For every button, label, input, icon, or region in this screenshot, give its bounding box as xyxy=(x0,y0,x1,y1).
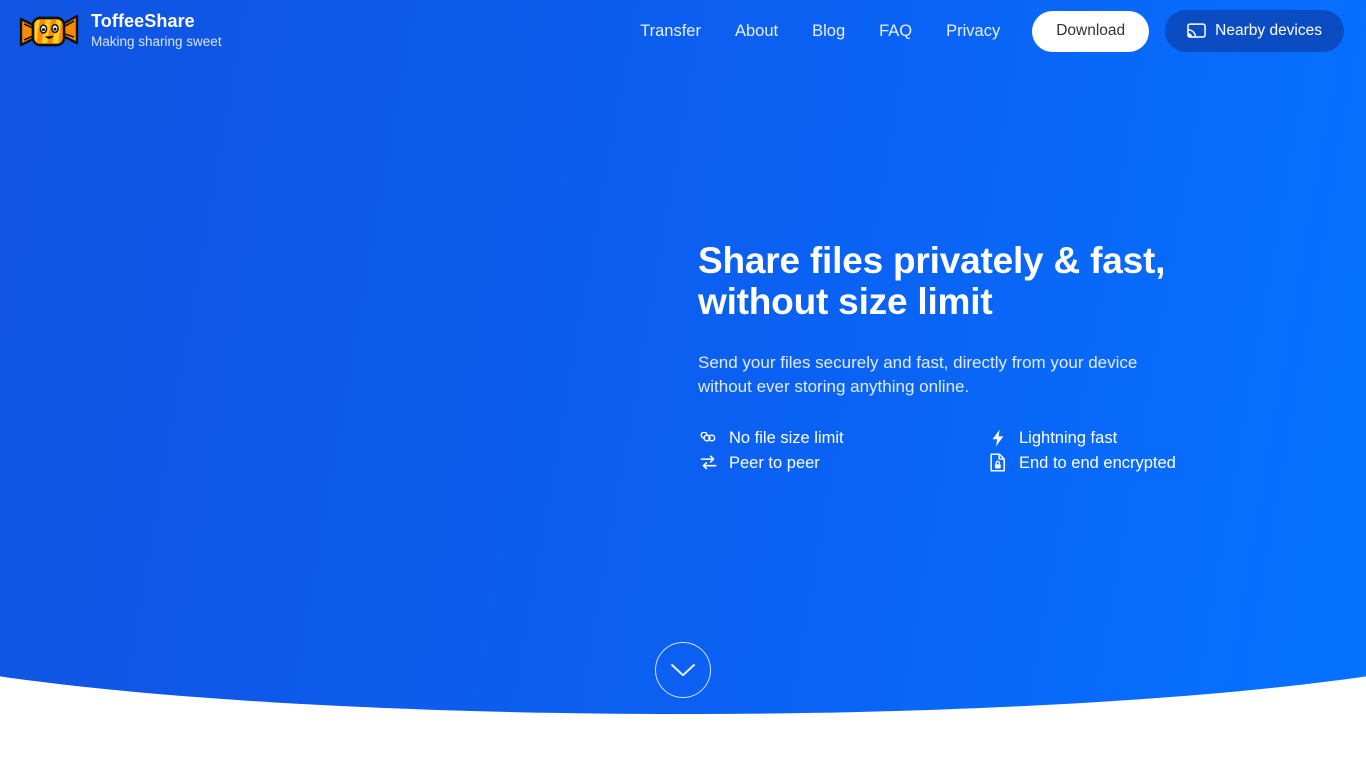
header-actions: Download Nearby devices xyxy=(1032,10,1344,52)
chevron-down-icon xyxy=(670,663,696,678)
toffee-candy-icon xyxy=(18,11,80,51)
feature-label: Peer to peer xyxy=(729,453,820,472)
site-header: ToffeeShare Making sharing sweet Transfe… xyxy=(0,0,1366,62)
scroll-down-button[interactable] xyxy=(655,642,711,698)
document-lock-icon xyxy=(988,453,1008,473)
infinity-icon xyxy=(698,428,718,448)
nearby-devices-button[interactable]: Nearby devices xyxy=(1165,10,1344,52)
nav-item-faq[interactable]: FAQ xyxy=(879,21,912,41)
nav-item-transfer[interactable]: Transfer xyxy=(640,21,701,41)
brand-text: ToffeeShare Making sharing sweet xyxy=(91,11,222,51)
feature-peer-to-peer: Peer to peer xyxy=(698,450,988,475)
feature-label: End to end encrypted xyxy=(1019,453,1176,472)
download-button[interactable]: Download xyxy=(1032,10,1150,52)
swap-arrows-icon xyxy=(698,453,718,473)
hero-title: Share files privately & fast, without si… xyxy=(698,240,1166,322)
hero-content: Share files privately & fast, without si… xyxy=(698,240,1238,475)
feature-lightning-fast: Lightning fast xyxy=(988,425,1238,450)
feature-label: Lightning fast xyxy=(1019,428,1118,447)
nav-item-privacy[interactable]: Privacy xyxy=(946,21,1000,41)
brand-tagline: Making sharing sweet xyxy=(91,34,222,49)
cast-icon xyxy=(1187,22,1206,40)
nearby-devices-label: Nearby devices xyxy=(1215,22,1322,39)
lightning-bolt-icon xyxy=(988,428,1008,448)
brand-logo-link[interactable]: ToffeeShare Making sharing sweet xyxy=(18,11,222,51)
feature-no-file-size-limit: No file size limit xyxy=(698,425,988,450)
main-navigation: Transfer About Blog FAQ Privacy xyxy=(640,21,1000,41)
hero-feature-list: No file size limit Lightning fast Peer t… xyxy=(698,425,1238,475)
hero-subtitle: Send your files securely and fast, direc… xyxy=(698,353,1138,396)
feature-label: No file size limit xyxy=(729,428,844,447)
page-root: ToffeeShare Making sharing sweet Transfe… xyxy=(0,0,1366,768)
nav-item-blog[interactable]: Blog xyxy=(812,21,845,41)
nav-item-about[interactable]: About xyxy=(735,21,778,41)
brand-name: ToffeeShare xyxy=(91,11,195,31)
feature-end-to-end-encrypted: End to end encrypted xyxy=(988,450,1238,475)
